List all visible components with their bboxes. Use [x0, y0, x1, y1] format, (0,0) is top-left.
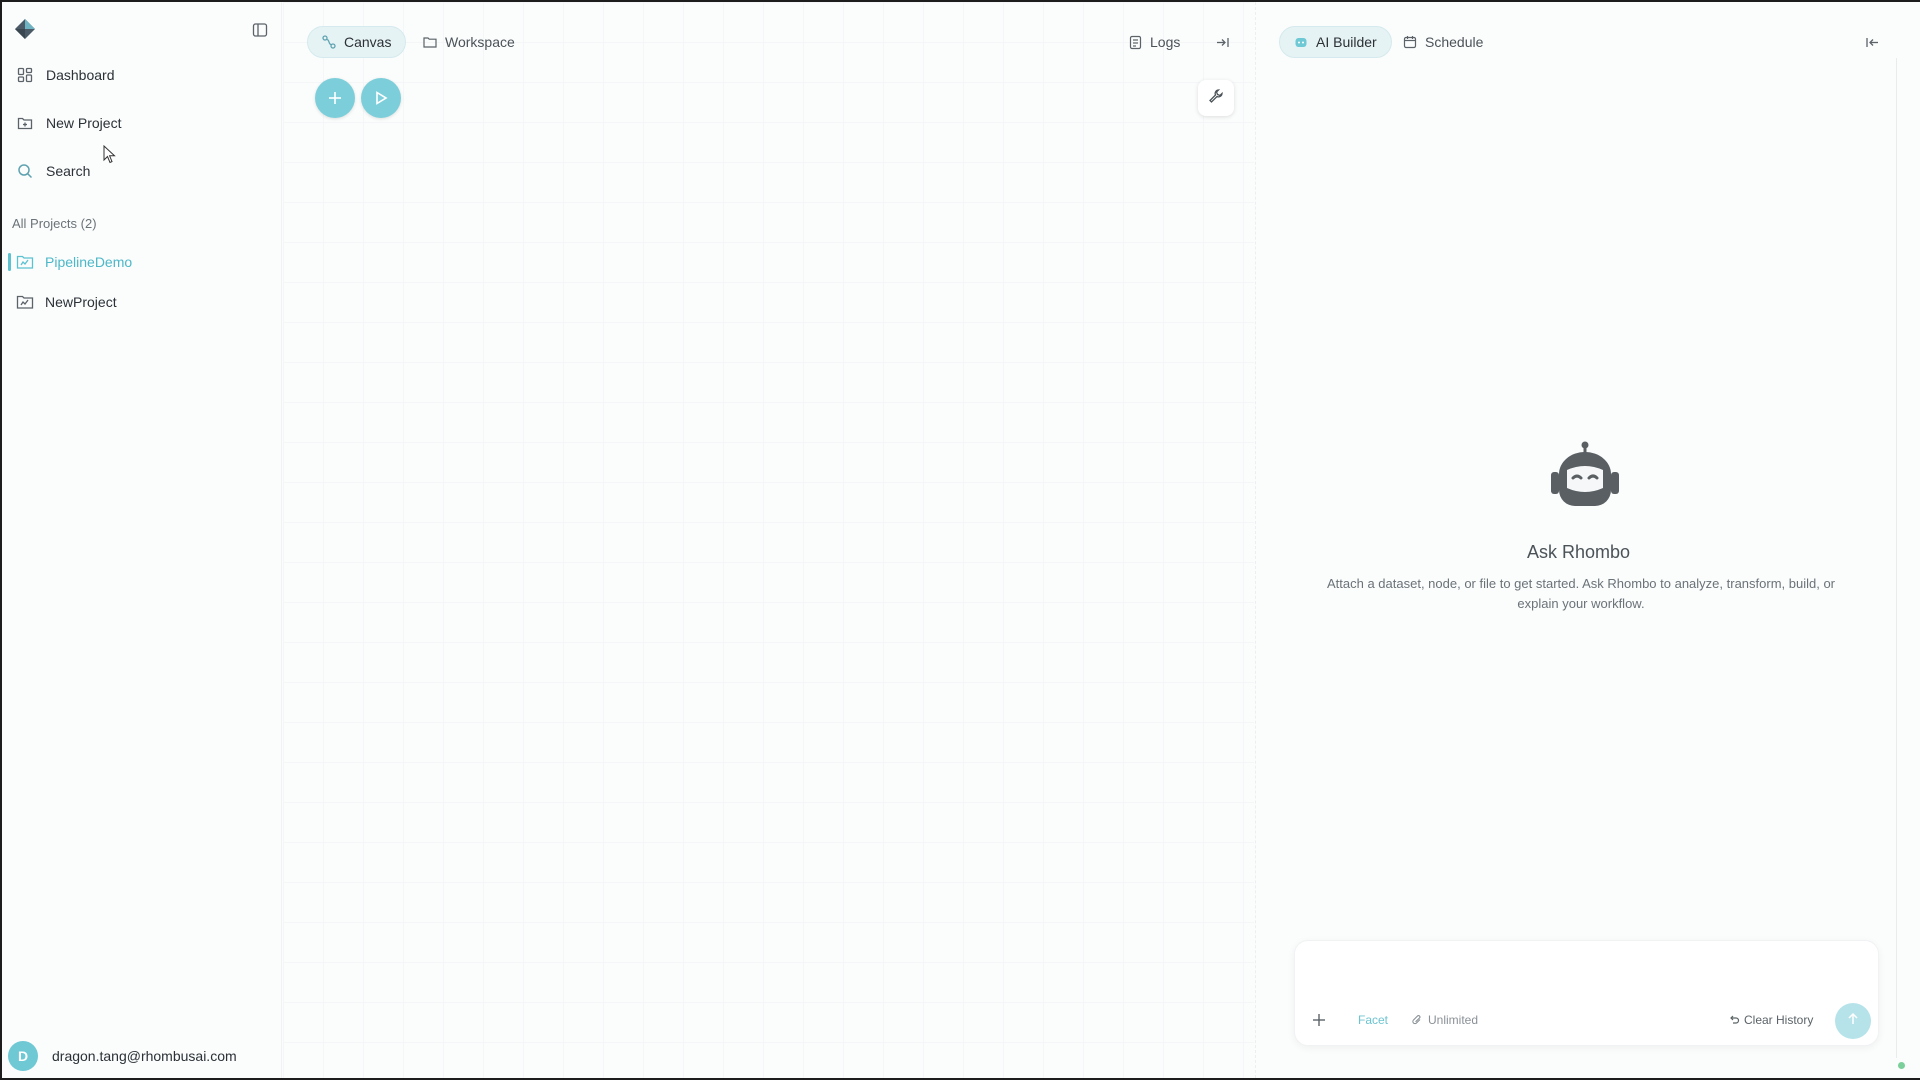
- nav-dashboard-label: Dashboard: [46, 67, 115, 83]
- sidebar-toggle-icon[interactable]: [250, 20, 270, 40]
- avatar: D: [8, 1041, 38, 1071]
- clear-history-button[interactable]: Clear History: [1728, 1013, 1813, 1027]
- attach-plus-icon[interactable]: [1311, 1012, 1327, 1028]
- project-item-label: NewProject: [45, 294, 117, 310]
- add-node-button[interactable]: [315, 78, 355, 118]
- tab-ai-builder[interactable]: AI Builder: [1279, 26, 1392, 58]
- tab-workspace[interactable]: Workspace: [409, 26, 529, 58]
- nav-search-label: Search: [46, 163, 91, 179]
- calendar-icon: [1403, 35, 1417, 49]
- ai-builder-panel: AI Builder Schedule Ask Rhombo Attach a …: [1255, 2, 1900, 1078]
- clear-history-label: Clear History: [1744, 1013, 1814, 1027]
- collapse-canvas-button[interactable]: [1215, 26, 1237, 58]
- chat-composer[interactable]: Facet Unlimited Clear History: [1294, 940, 1879, 1046]
- new-project-icon: [16, 114, 34, 132]
- tab-schedule[interactable]: Schedule: [1389, 26, 1497, 58]
- panel-description: Attach a dataset, node, or file to get s…: [1327, 576, 1835, 611]
- project-item-pipelinedemo[interactable]: PipelineDemo: [8, 248, 268, 276]
- tab-workspace-label: Workspace: [445, 34, 515, 50]
- connection-status-dot: [1898, 1062, 1905, 1069]
- settings-wrench-button[interactable]: [1198, 80, 1234, 116]
- logs-label: Logs: [1150, 34, 1181, 50]
- run-button[interactable]: [361, 78, 401, 118]
- project-folder-icon: [16, 253, 36, 271]
- app-logo-icon[interactable]: [14, 18, 36, 40]
- unlimited-toggle[interactable]: Unlimited: [1411, 1013, 1478, 1027]
- rhombo-robot-icon: [1545, 440, 1625, 516]
- search-icon: [16, 162, 34, 180]
- canvas-area[interactable]: Canvas Workspace Logs: [283, 2, 1254, 1078]
- logs-icon: [1128, 34, 1144, 50]
- user-account[interactable]: D dragon.tang@rhombusai.com: [8, 1041, 237, 1071]
- project-item-label: PipelineDemo: [45, 254, 133, 270]
- send-button[interactable]: [1835, 1003, 1871, 1039]
- user-email: dragon.tang@rhombusai.com: [52, 1048, 237, 1064]
- tab-canvas-label: Canvas: [344, 34, 392, 50]
- tab-schedule-label: Schedule: [1425, 34, 1484, 50]
- panel-title: Ask Rhombo: [1526, 542, 1631, 562]
- dashboard-icon: [16, 66, 34, 84]
- panel-scrollbar[interactable]: [1896, 58, 1897, 1058]
- nav-search[interactable]: Search: [16, 156, 90, 186]
- nav-new-project[interactable]: New Project: [16, 108, 121, 138]
- folder-icon: [423, 35, 437, 49]
- facet-toggle[interactable]: Facet: [1358, 1013, 1388, 1027]
- tab-ai-builder-label: AI Builder: [1316, 34, 1377, 50]
- undo-icon: [1728, 1014, 1740, 1026]
- paperclip-icon: [1411, 1014, 1424, 1027]
- mouse-cursor-icon: [103, 144, 117, 165]
- logs-button[interactable]: Logs: [1128, 26, 1180, 58]
- collapse-panel-icon[interactable]: [1862, 32, 1882, 52]
- tab-canvas[interactable]: Canvas: [307, 26, 407, 58]
- project-item-newproject[interactable]: NewProject: [8, 288, 268, 316]
- wrench-icon: [1208, 88, 1224, 109]
- sidebar: Dashboard New Project Search All Project…: [2, 2, 282, 1078]
- project-folder-icon: [16, 293, 36, 311]
- canvas-icon: [322, 35, 336, 49]
- projects-section-title: All Projects (2): [12, 216, 97, 231]
- nav-new-project-label: New Project: [46, 115, 122, 131]
- arrow-right-bar-icon: [1215, 34, 1231, 50]
- arrow-up-icon: [1846, 1012, 1860, 1031]
- nav-dashboard[interactable]: Dashboard: [16, 60, 115, 90]
- unlimited-label: Unlimited: [1428, 1013, 1479, 1027]
- robot-icon: [1294, 35, 1308, 49]
